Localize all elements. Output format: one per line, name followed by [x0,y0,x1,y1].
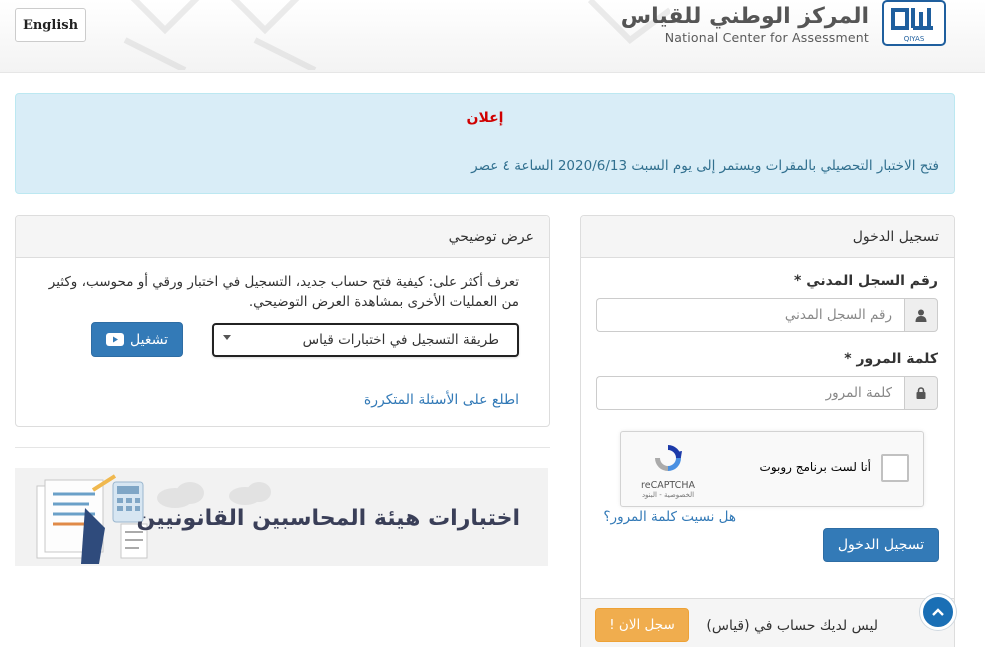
announcement-alert: إعلان فتح الاختبار التحصيلي بالمقرات ويس… [15,93,955,194]
recaptcha-label: أنا لست برنامج روبوت [759,460,871,474]
accountants-exams-banner[interactable]: اختبارات هيئة المحاسبين القانونيين [15,468,548,566]
login-panel-footer: ليس لديك حساب في (قياس) سجل الان ! [581,598,954,647]
login-panel: تسجيل الدخول رقم السجل المدني * كلمة الم… [580,215,955,647]
caret-down-icon [223,335,231,340]
site-logo[interactable]: المركز الوطني للقياس National Center for… [621,0,947,50]
national-id-label: رقم السجل المدني * [794,273,938,289]
scroll-to-top-button[interactable] [920,594,956,630]
play-label: تشغيل [130,331,168,348]
login-panel-title: تسجيل الدخول [581,216,954,258]
login-button[interactable]: تسجيل الدخول [823,528,939,562]
recaptcha-icon [655,445,682,471]
qiyas-logo-icon: QIYAS [881,0,947,46]
chevron-up-icon [932,608,944,616]
announcement-title: إعلان [466,110,504,126]
demo-panel-title: عرض توضيحي [16,216,549,258]
national-id-input[interactable] [596,298,904,332]
forgot-password-link[interactable]: هل نسيت كلمة المرور؟ [603,509,736,525]
youtube-play-icon [106,333,125,346]
faq-link[interactable]: اطلع على الأسئلة المتكررة [364,392,519,408]
register-now-button[interactable]: سجل الان ! [595,608,689,642]
national-id-group [596,298,938,332]
user-icon [904,298,938,332]
language-english-button[interactable]: English [15,8,86,42]
site-header: English المركز الوطني للقياس National Ce… [0,0,985,73]
recaptcha-logo: reCAPTCHA الخصوصية - البنود [633,442,703,499]
announcement-text: فتح الاختبار التحصيلي بالمقرات ويستمر إل… [471,158,939,174]
recaptcha-terms-link[interactable]: الخصوصية - البنود [633,491,703,499]
recaptcha-brand: reCAPTCHA [641,480,695,491]
password-label: كلمة المرور * [844,351,938,367]
header-watermark [123,0,317,70]
no-account-text: ليس لديك حساب في (قياس) [706,618,878,634]
divider [15,447,550,448]
play-demo-button[interactable]: تشغيل [91,322,183,357]
logo-arabic-text: المركز الوطني للقياس [620,4,869,29]
password-group [596,376,938,410]
demo-description: تعرف أكثر على: كيفية فتح حساب جديد، التس… [48,274,519,310]
logo-english-text: National Center for Assessment [664,30,869,45]
svg-text:QIYAS: QIYAS [904,35,925,43]
demo-video-select[interactable]: طريقة التسجيل في اختبارات قياس [212,323,519,357]
recaptcha-widget: أنا لست برنامج روبوت reCAPTCHA الخصوصية … [620,431,924,507]
banner-title: اختبارات هيئة المحاسبين القانونيين [136,506,521,531]
password-input[interactable] [596,376,904,410]
demo-panel: عرض توضيحي تعرف أكثر على: كيفية فتح حساب… [15,215,550,427]
recaptcha-checkbox[interactable] [881,454,909,482]
lock-icon [904,376,938,410]
demo-select-value: طريقة التسجيل في اختبارات قياس [302,332,499,348]
